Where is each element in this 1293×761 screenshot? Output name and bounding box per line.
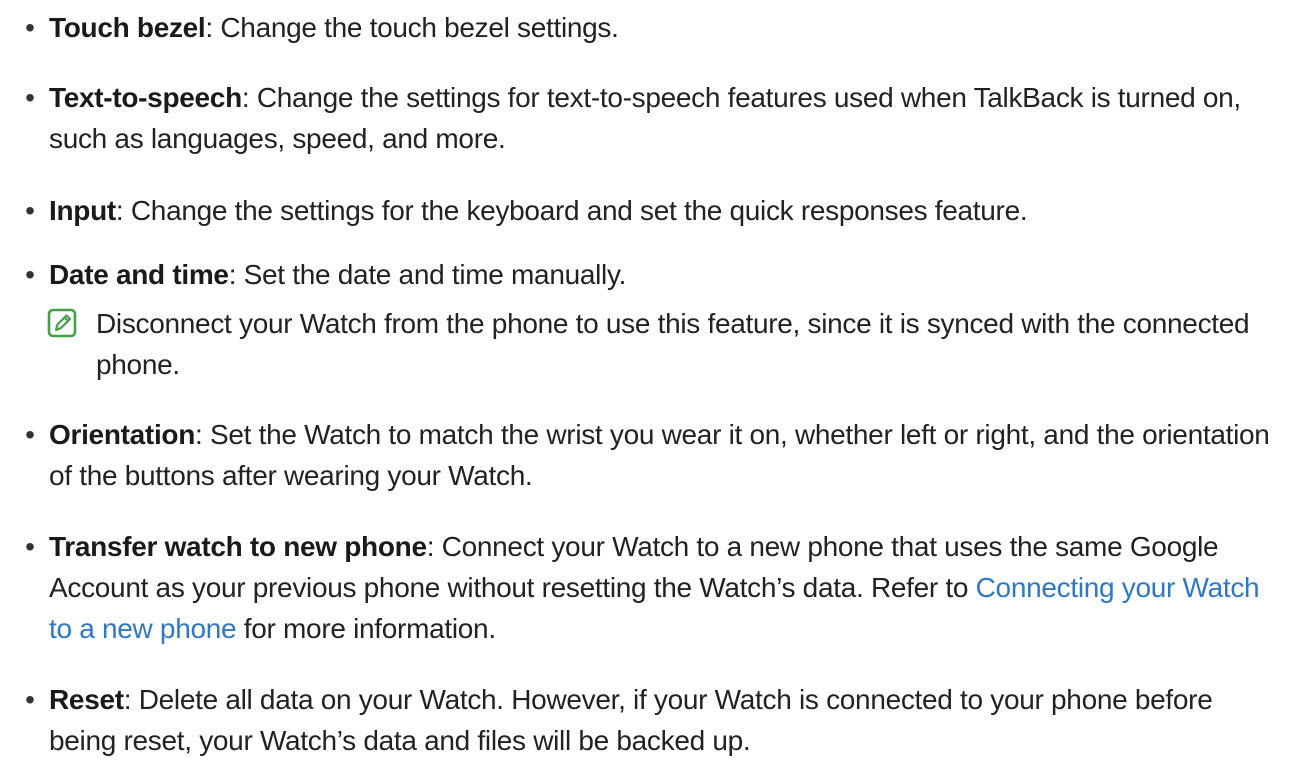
item-text: Reset: Delete all data on your Watch. Ho… <box>49 679 1284 761</box>
bullet: • <box>25 531 35 562</box>
item-term: Input <box>49 195 116 226</box>
item-term: Transfer watch to new phone <box>49 531 427 562</box>
item-term: Date and time <box>49 259 229 290</box>
bullet: • <box>25 12 35 43</box>
item-description-after: for more information. <box>236 613 496 644</box>
item-text: Touch bezel: Change the touch bezel sett… <box>49 7 1284 48</box>
item-term: Touch bezel <box>49 12 206 43</box>
item-description: : Set the Watch to match the wrist you w… <box>49 419 1270 491</box>
bullet: • <box>25 82 35 113</box>
bullet: • <box>25 195 35 226</box>
item-description: : Set the date and time manually. <box>228 259 627 290</box>
note-pencil-icon <box>47 308 77 338</box>
item-text: Input: Change the settings for the keybo… <box>49 190 1284 231</box>
note-text: Disconnect your Watch from the phone to … <box>96 308 1250 380</box>
item-text: Transfer watch to new phone: Connect you… <box>49 526 1284 649</box>
item-description: : Change the touch bezel settings. <box>205 12 619 43</box>
item-text: Text-to-speech: Change the settings for … <box>49 77 1284 159</box>
bullet: • <box>25 684 35 715</box>
item-text: Orientation: Set the Watch to match the … <box>49 414 1284 496</box>
item-description: : Change the settings for the keyboard a… <box>115 195 1028 226</box>
item-description: : Delete all data on your Watch. However… <box>49 684 1213 756</box>
bullet: • <box>25 259 35 290</box>
bullet: • <box>25 419 35 450</box>
item-term: Reset <box>49 684 124 715</box>
item-term: Orientation <box>49 419 196 450</box>
item-text: Date and time: Set the date and time man… <box>49 254 1284 295</box>
item-term: Text-to-speech <box>49 82 242 113</box>
